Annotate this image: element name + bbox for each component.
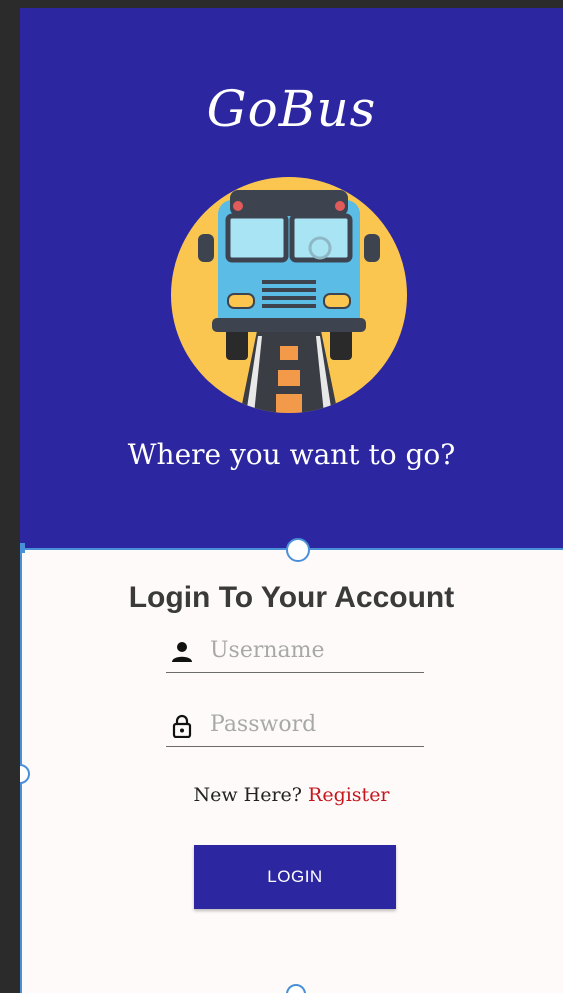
app-screen: GoBus Where you want to go? Login To You… bbox=[20, 8, 563, 993]
password-field[interactable] bbox=[166, 706, 424, 747]
selection-corner-marker bbox=[20, 543, 25, 553]
constraint-handle-top[interactable] bbox=[286, 538, 310, 562]
constraint-handle-left[interactable] bbox=[20, 764, 30, 784]
username-field[interactable] bbox=[166, 632, 424, 673]
register-prompt-row: New Here? Register bbox=[20, 784, 563, 806]
login-button[interactable]: LOGIN bbox=[194, 845, 396, 909]
register-prompt-text: New Here? bbox=[193, 784, 302, 806]
login-title: Login To Your Account bbox=[128, 581, 455, 614]
constraint-handle-bottom[interactable] bbox=[286, 984, 306, 993]
tagline: Where you want to go? bbox=[127, 438, 456, 471]
app-brand-title: GoBus bbox=[206, 80, 377, 138]
person-icon bbox=[172, 642, 192, 662]
lock-icon bbox=[172, 714, 192, 738]
register-link[interactable]: Register bbox=[308, 784, 390, 806]
hero-banner: GoBus Where you want to go? bbox=[20, 8, 563, 548]
bus-logo-icon bbox=[171, 177, 407, 413]
password-input[interactable] bbox=[210, 708, 420, 740]
username-input[interactable] bbox=[210, 634, 420, 666]
